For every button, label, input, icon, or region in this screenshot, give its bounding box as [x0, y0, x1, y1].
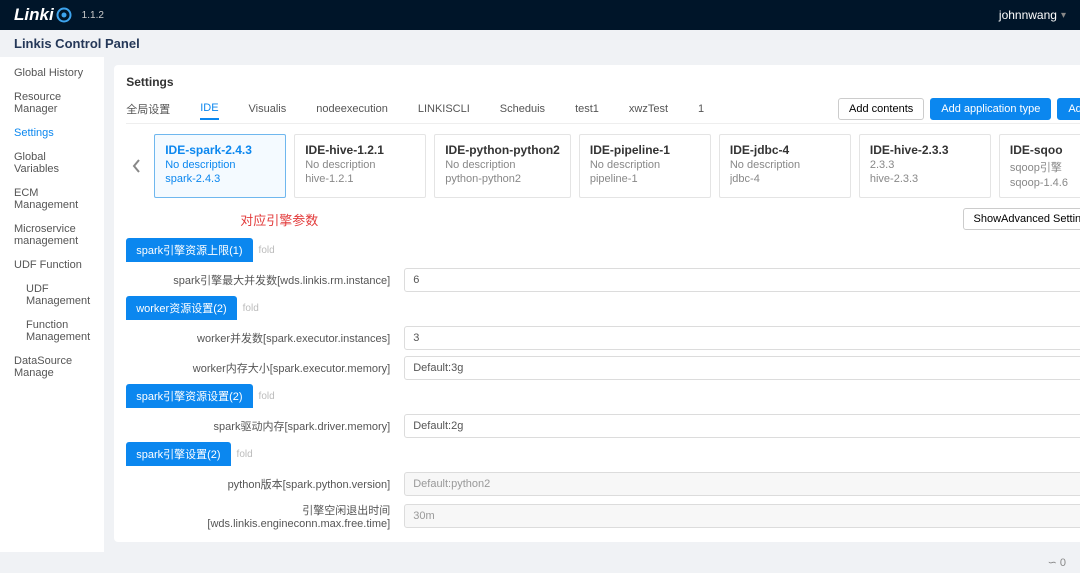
engine-card-sub: No description — [305, 159, 415, 171]
sidebar-item-global-history[interactable]: Global History — [0, 61, 104, 85]
settings-card: Settings 全局设置 IDE Visualis nodeexecution LIN… — [114, 65, 1080, 542]
version-label: 1.1.2 — [82, 10, 104, 21]
form-input[interactable] — [404, 414, 1080, 438]
form-input[interactable] — [404, 326, 1080, 350]
select-value: 30m — [413, 510, 434, 522]
section-pill[interactable]: worker资源设置(2) — [126, 296, 236, 320]
tabs-bar: 全局设置 IDE Visualis nodeexecution LINKISCLI Sch… — [126, 97, 1080, 124]
engine-card-title: IDE-hive-1.2.1 — [305, 143, 415, 157]
engine-card[interactable]: IDE-python-python2 No description python-p… — [434, 134, 571, 198]
sidebar-item-udf-function[interactable]: UDF Function — [0, 253, 104, 277]
engine-card-sub: No description — [445, 159, 560, 171]
sidebar-item-global-variables[interactable]: Global Variables — [0, 145, 104, 181]
tab-scheduis[interactable]: Scheduis — [500, 99, 545, 119]
form-label: spark引擎最大并发数[wds.linkis.rm.instance] — [126, 272, 404, 288]
tab-1[interactable]: 1 — [698, 99, 704, 119]
fold-toggle[interactable]: fold — [237, 449, 253, 460]
main-content: Settings 全局设置 IDE Visualis nodeexecution LIN… — [104, 57, 1080, 552]
carousel-body: IDE-spark-2.4.3 No description spark-2.4.3… — [154, 134, 1080, 198]
engine-card-third: jdbc-4 — [730, 173, 840, 185]
engine-card-title: IDE-python-python2 — [445, 143, 560, 157]
engine-card-title: IDE-spark-2.4.3 — [165, 143, 275, 157]
sidebar-item-datasource-manage[interactable]: DataSource Manage — [0, 349, 104, 385]
engine-card-sub: No description — [165, 159, 275, 171]
chevron-down-icon: ▾ — [1061, 10, 1066, 21]
top-bar: Linki 1.1.2 johnnwang ▾ — [0, 0, 1080, 30]
panel-title: Linkis Control Panel — [0, 30, 1080, 57]
chevron-left-icon — [132, 159, 142, 173]
form-select[interactable]: 30m▾ — [404, 504, 1080, 528]
form-label: spark驱动内存[spark.driver.memory] — [126, 418, 404, 434]
logo-text: Linki — [14, 5, 54, 25]
section-pill[interactable]: spark引擎资源上限(1) — [126, 238, 252, 262]
form-input[interactable] — [404, 268, 1080, 292]
sidebar: Global HistoryResource ManagerSettingsGl… — [0, 57, 104, 552]
engine-card-third: python-python2 — [445, 173, 560, 185]
engine-card-sub: No description — [590, 159, 700, 171]
show-advanced-settings-button[interactable]: ShowAdvanced Settings — [963, 208, 1080, 230]
engine-card[interactable]: IDE-hive-1.2.1 No description hive-1.2.1 — [294, 134, 426, 198]
form-select[interactable]: Default:python2▾ — [404, 472, 1080, 496]
logo: Linki — [14, 5, 76, 25]
tab-test1[interactable]: test1 — [575, 99, 599, 119]
fold-toggle[interactable]: fold — [259, 245, 275, 256]
section-pill[interactable]: spark引擎设置(2) — [126, 442, 230, 466]
tab-nodeexecution[interactable]: nodeexecution — [316, 99, 388, 119]
engine-card[interactable]: IDE-sqoo sqoop引擎 sqoop-1.4.6 — [999, 134, 1080, 198]
sidebar-item-microservice-management[interactable]: Microservice management — [0, 217, 104, 253]
sidebar-item-resource-manager[interactable]: Resource Manager — [0, 85, 104, 121]
add-contents-button[interactable]: Add contents — [838, 98, 924, 120]
user-menu[interactable]: johnnwang ▾ — [999, 8, 1066, 22]
form-input[interactable] — [404, 356, 1080, 380]
tab-xwztest[interactable]: xwzTest — [629, 99, 668, 119]
sidebar-item-settings[interactable]: Settings — [0, 121, 104, 145]
tab-actions: Add contents Add application type Add en… — [838, 98, 1080, 120]
engine-card-title: IDE-sqoo — [1010, 143, 1080, 157]
engine-card-sub: sqoop引擎 — [1010, 159, 1080, 175]
sidebar-item-ecm-management[interactable]: ECM Management — [0, 181, 104, 217]
engine-card[interactable]: IDE-hive-2.3.3 2.3.3 hive-2.3.3 — [859, 134, 991, 198]
add-application-type-button[interactable]: Add application type — [930, 98, 1051, 120]
tab-visualis[interactable]: Visualis — [249, 99, 287, 119]
engine-actions-row: 对应引擎参数 ShowAdvanced Settings Save — [126, 208, 1080, 230]
form-label: python版本[spark.python.version] — [126, 476, 404, 492]
sidebar-item-udf-management[interactable]: UDF Management — [0, 277, 104, 313]
engine-carousel: IDE-spark-2.4.3 No description spark-2.4.3… — [126, 134, 1080, 198]
engine-card-title: IDE-pipeline-1 — [590, 143, 700, 157]
engine-card-third: sqoop-1.4.6 — [1010, 177, 1080, 189]
sidebar-item-function-management[interactable]: Function Management — [0, 313, 104, 349]
form-label: worker内存大小[spark.executor.memory] — [126, 360, 404, 376]
engine-card-third: pipeline-1 — [590, 173, 700, 185]
engine-card[interactable]: IDE-pipeline-1 No description pipeline-1 — [579, 134, 711, 198]
logo-swirl-icon — [56, 7, 72, 23]
tab-ide[interactable]: IDE — [200, 98, 218, 120]
username-label: johnnwang — [999, 8, 1057, 22]
footer-counter: ∽ 0 — [0, 552, 1080, 573]
engine-card-third: hive-2.3.3 — [870, 173, 980, 185]
carousel-prev[interactable] — [126, 141, 148, 191]
fold-toggle[interactable]: fold — [259, 391, 275, 402]
engine-card-third: hive-1.2.1 — [305, 173, 415, 185]
engine-card-title: IDE-jdbc-4 — [730, 143, 840, 157]
tab-全局设置[interactable]: 全局设置 — [126, 97, 170, 121]
engine-card-third: spark-2.4.3 — [165, 173, 275, 185]
select-value: Default:python2 — [413, 478, 490, 490]
tab-linkiscli[interactable]: LINKISCLI — [418, 99, 470, 119]
engine-card[interactable]: IDE-spark-2.4.3 No description spark-2.4.3 — [154, 134, 286, 198]
form-label: worker并发数[spark.executor.instances] — [126, 330, 404, 346]
engine-card[interactable]: IDE-jdbc-4 No description jdbc-4 — [719, 134, 851, 198]
form-label: 引擎空闲退出时间[wds.linkis.engineconn.max.free.… — [126, 502, 404, 530]
section-pill[interactable]: spark引擎资源设置(2) — [126, 384, 252, 408]
engine-card-sub: No description — [730, 159, 840, 171]
engine-params-note: 对应引擎参数 — [240, 210, 318, 229]
settings-heading: Settings — [126, 75, 1080, 89]
fold-toggle[interactable]: fold — [243, 303, 259, 314]
engine-card-title: IDE-hive-2.3.3 — [870, 143, 980, 157]
add-engine-type-button[interactable]: Add engine type — [1057, 98, 1080, 120]
engine-card-sub: 2.3.3 — [870, 159, 980, 171]
